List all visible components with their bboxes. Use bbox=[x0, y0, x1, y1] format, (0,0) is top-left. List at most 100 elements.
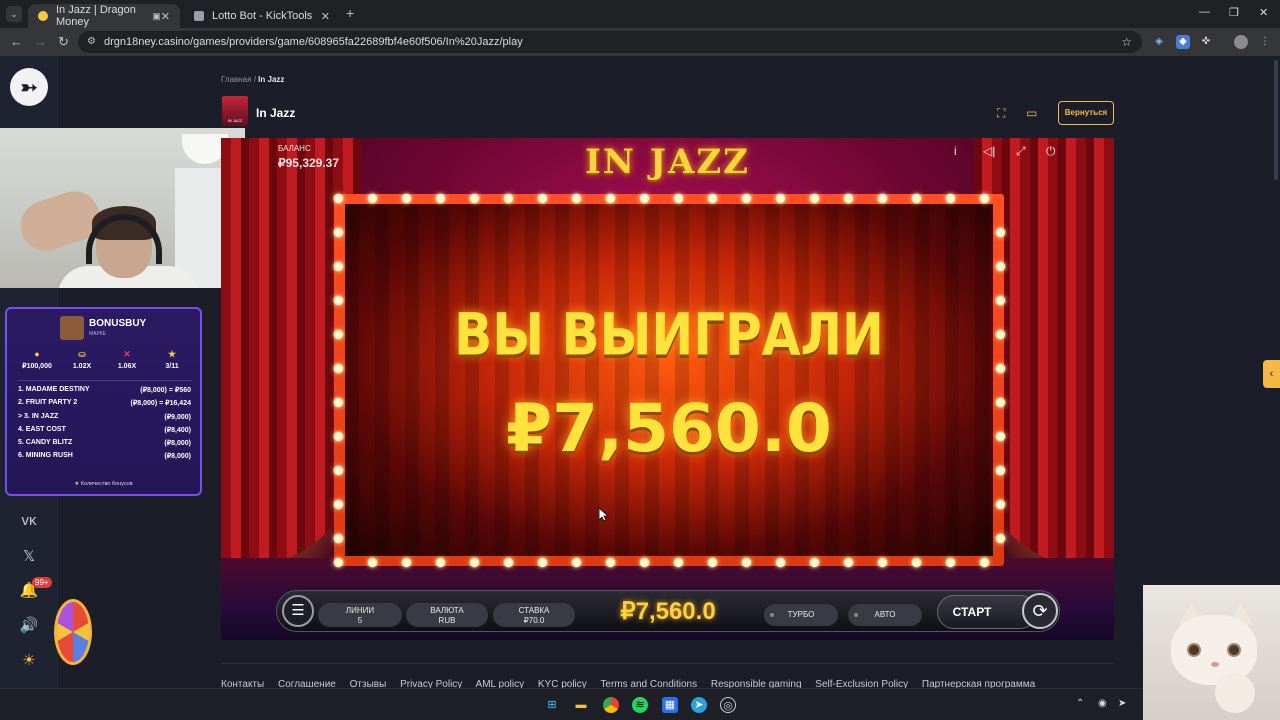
game-menu-button[interactable]: ☰ bbox=[282, 595, 314, 627]
obs-icon[interactable]: ◎ bbox=[720, 697, 736, 713]
tab-search-button[interactable]: ⌄ bbox=[6, 6, 22, 22]
breadcrumb: Главная / In Jazz bbox=[221, 75, 284, 84]
file-explorer-icon[interactable]: ▬ bbox=[573, 697, 589, 713]
marquee-bulb bbox=[470, 558, 479, 567]
marquee-bulb bbox=[334, 194, 343, 203]
bet-selector[interactable]: СТАВКА ₽70.0 bbox=[493, 603, 575, 627]
chevron-left-icon[interactable]: ‹ bbox=[1263, 360, 1280, 388]
win-panel bbox=[345, 204, 993, 556]
reload-icon[interactable]: ↻ bbox=[58, 34, 69, 50]
cat-nose bbox=[1211, 662, 1219, 667]
win-panel-drapes bbox=[345, 204, 993, 556]
profile-avatar[interactable] bbox=[1234, 35, 1248, 49]
dragon-money-logo[interactable]: ➳ bbox=[10, 68, 48, 106]
chrome-icon[interactable] bbox=[603, 697, 619, 713]
browser-toolbar: ← → ↻ ⚙ drgn18ney.casino/games/providers… bbox=[0, 28, 1280, 56]
game-fullscreen-icon[interactable]: ⤢ bbox=[1016, 144, 1026, 159]
footer-link-affiliate[interactable]: Партнерская программа bbox=[922, 679, 1035, 688]
spotify-icon[interactable]: ≋ bbox=[632, 697, 648, 713]
bonus-row-name: 2. FRUIT PARTY 2 bbox=[18, 399, 78, 407]
footer-link-aml[interactable]: AML policy bbox=[476, 679, 525, 688]
star-icon: ★ bbox=[74, 481, 80, 487]
bookmark-star-icon[interactable]: ☆ bbox=[1121, 31, 1132, 53]
marquee-bulb bbox=[996, 534, 1005, 543]
footer-link-contacts[interactable]: Контакты bbox=[221, 679, 264, 688]
address-bar[interactable]: ⚙ drgn18ney.casino/games/providers/game/… bbox=[78, 31, 1142, 53]
windows-start-icon[interactable]: ⊞ bbox=[544, 697, 560, 713]
minimize-icon[interactable]: — bbox=[1199, 6, 1210, 18]
marquee-bulb bbox=[572, 558, 581, 567]
turbo-label: ТУРБО bbox=[787, 610, 815, 619]
marquee-bulb bbox=[912, 194, 921, 203]
footer-link-kyc[interactable]: KYC policy bbox=[538, 679, 587, 688]
browser-tab-lotto-bot[interactable]: Lotto Bot - KickTools ✕ bbox=[184, 4, 340, 28]
sound-icon[interactable]: 🔊 bbox=[18, 615, 40, 637]
page-scrollbar[interactable] bbox=[1274, 60, 1278, 180]
app-grid-icon[interactable]: ▦ bbox=[662, 697, 678, 713]
discord-tray-icon[interactable]: ◉ bbox=[1098, 698, 1107, 709]
footer-link-terms[interactable]: Terms and Conditions bbox=[600, 679, 697, 688]
cat-eye-right bbox=[1227, 643, 1241, 657]
game-frame[interactable]: IN JAZZ БАЛАНС ₽95,329.37 i ◁| ⤢ ⏻ ВЫ ВЫ… bbox=[221, 138, 1114, 640]
lines-selector[interactable]: ЛИНИИ 5 bbox=[318, 603, 402, 627]
cat-webcam-overlay bbox=[1143, 585, 1280, 720]
site-info-icon[interactable]: ⚙ bbox=[87, 31, 96, 53]
media-playing-icon[interactable]: ▣ bbox=[152, 11, 161, 22]
shield-extension-icon[interactable]: ◆ bbox=[1176, 35, 1190, 49]
stat-avg: ⛀ 1.02X bbox=[62, 349, 102, 370]
marquee-bulb bbox=[470, 194, 479, 203]
breadcrumb-home[interactable]: Главная bbox=[221, 75, 251, 84]
sound-toggle-icon[interactable]: ◁| bbox=[983, 144, 995, 158]
browser-menu-icon[interactable]: ⋮ bbox=[1258, 35, 1272, 49]
back-icon[interactable]: ← bbox=[10, 34, 23, 49]
x-twitter-icon[interactable]: 𝕏 bbox=[18, 546, 40, 568]
windows-taskbar: ⊞ ▬ ≋ ▦ ➤ ◎ ⌃ ◉ ➤ bbox=[0, 688, 1143, 720]
browser-tab-in-jazz[interactable]: In Jazz | Dragon Money ▣ ✕ bbox=[28, 4, 180, 28]
theater-mode-icon[interactable]: ▭ bbox=[1026, 106, 1037, 120]
casino-page: ➳ ᴠᴋ 𝕏 🔔 99+ 🔊 ☀ BONUSBUY МАРКЕ ● ₽100,00… bbox=[0, 56, 1280, 688]
extensions-puzzle-icon[interactable]: ✜ bbox=[1199, 35, 1213, 49]
forward-icon[interactable]: → bbox=[34, 34, 47, 49]
tray-chevron-up-icon[interactable]: ⌃ bbox=[1076, 698, 1084, 709]
currency-selector[interactable]: ВАЛЮТА RUB bbox=[406, 603, 488, 627]
spin-icon[interactable]: ⟳ bbox=[1022, 593, 1058, 629]
extension-icon[interactable]: ◈ bbox=[1152, 35, 1166, 49]
balance-label: БАЛАНС bbox=[278, 144, 311, 153]
power-icon[interactable]: ⏻ bbox=[1046, 144, 1056, 159]
auto-button[interactable]: АВТО bbox=[848, 604, 922, 626]
new-tab-icon[interactable]: + bbox=[346, 5, 354, 21]
lines-label: ЛИНИИ bbox=[345, 606, 375, 615]
restore-icon[interactable]: ❐ bbox=[1229, 6, 1239, 19]
footer-link-responsible[interactable]: Responsible gaming bbox=[711, 679, 802, 688]
fullscreen-icon[interactable]: ⛶ bbox=[997, 106, 1005, 121]
footer-links: Контакты Соглашение Отзывы Privacy Polic… bbox=[221, 679, 1046, 688]
footer-link-reviews[interactable]: Отзывы bbox=[350, 679, 387, 688]
bonus-wheel-icon[interactable] bbox=[54, 599, 92, 665]
bonus-row: 1. MADAME DESTINY (₽8,000) = ₽560 bbox=[18, 386, 191, 399]
marquee-bulb bbox=[708, 194, 717, 203]
back-button[interactable]: Вернуться bbox=[1058, 101, 1114, 125]
marquee-bulb bbox=[844, 194, 853, 203]
marquee-bulb bbox=[878, 558, 887, 567]
bonus-row-value: (₽8,000) bbox=[164, 453, 191, 461]
close-window-icon[interactable]: ✕ bbox=[1259, 6, 1268, 19]
streamer-avatar bbox=[60, 316, 84, 340]
vk-icon[interactable]: ᴠᴋ bbox=[18, 510, 40, 532]
win-amount: ₽7,560.0 bbox=[506, 390, 832, 467]
tab-title: Lotto Bot - KickTools bbox=[212, 10, 313, 22]
footer-link-agreement[interactable]: Соглашение bbox=[278, 679, 336, 688]
info-icon[interactable]: i bbox=[954, 144, 957, 158]
bonus-row-value: (₽9,000) bbox=[164, 413, 191, 421]
telegram-icon[interactable]: ➤ bbox=[691, 697, 707, 713]
marquee-bulb bbox=[912, 558, 921, 567]
turbo-button[interactable]: ТУРБО bbox=[764, 604, 838, 626]
footer-link-self-exclusion[interactable]: Self-Exclusion Policy bbox=[815, 679, 908, 688]
footer-link-privacy[interactable]: Privacy Policy bbox=[400, 679, 462, 688]
marquee-bulb bbox=[640, 558, 649, 567]
theme-sun-icon[interactable]: ☀ bbox=[18, 650, 40, 672]
marquee-bulb bbox=[996, 398, 1005, 407]
close-tab-icon[interactable]: ✕ bbox=[321, 10, 330, 23]
telegram-tray-icon[interactable]: ➤ bbox=[1118, 698, 1126, 709]
close-tab-icon[interactable]: ✕ bbox=[161, 10, 170, 23]
marquee-bulb bbox=[674, 194, 683, 203]
